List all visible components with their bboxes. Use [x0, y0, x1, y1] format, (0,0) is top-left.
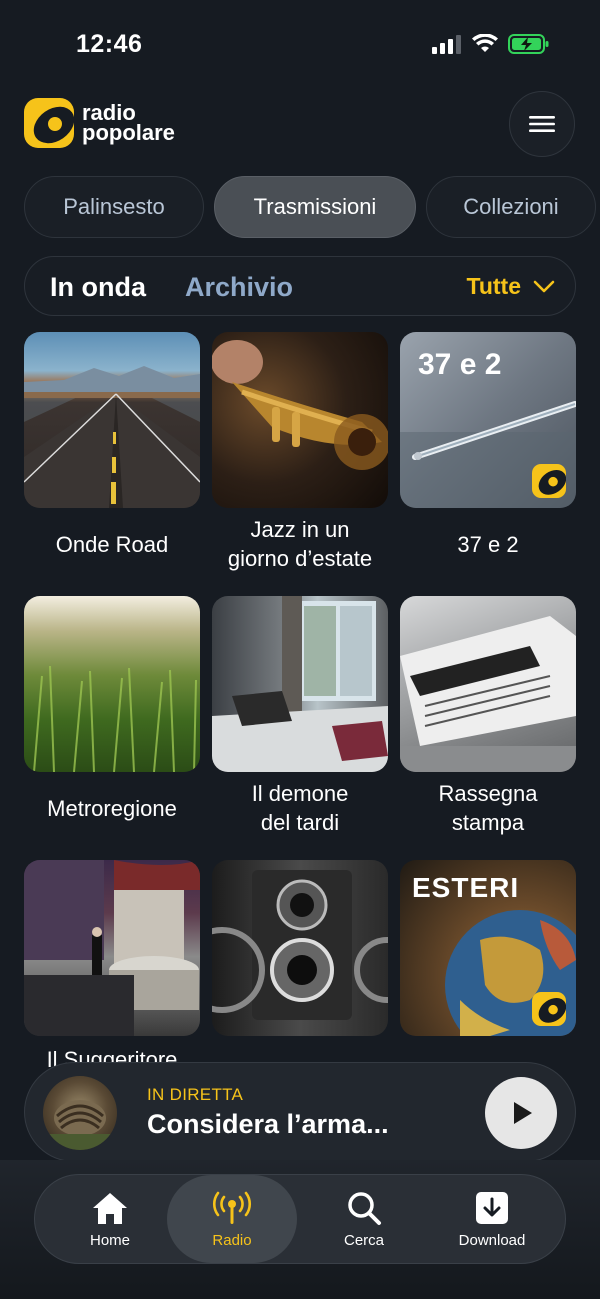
program-thumbnail [212, 332, 388, 508]
radio-antenna-icon [213, 1191, 251, 1224]
program-thumbnail-overlay: 37 e 2 [418, 348, 502, 381]
tabbar-item-radio[interactable]: Radio [167, 1175, 297, 1263]
status-time: 12:46 [76, 30, 143, 58]
signal-icon [432, 35, 461, 54]
filter-archivio[interactable]: Archivio [185, 272, 293, 303]
battery-charging-icon [508, 34, 549, 54]
now-playing-bar[interactable]: IN DIRETTA Considera l’arma... [24, 1062, 576, 1162]
program-card-37-e-2[interactable]: 37 e 2 37 e 2 [400, 332, 576, 557]
program-title-line1: Il demone [251, 781, 349, 806]
program-title-line2: del tardi [260, 810, 340, 835]
program-title: Metroregione [47, 796, 177, 821]
filter-in-onda[interactable]: In onda [50, 272, 146, 303]
program-title: 37 e 2 [457, 532, 519, 557]
tabbar-item-download[interactable]: Download [427, 1175, 557, 1263]
program-title: Onde Road [55, 532, 169, 557]
program-card-rassegna-stampa[interactable]: Rassegna stampa [400, 596, 576, 835]
wifi-icon [472, 34, 498, 52]
program-title-line1: Jazz in un [250, 517, 350, 542]
program-card-camera[interactable] [212, 860, 388, 1036]
program-card-il-demone[interactable]: Il demone del tardi [212, 596, 388, 835]
program-title-line2: giorno d’estate [227, 546, 373, 571]
program-thumbnail: ESTERI [400, 860, 576, 1036]
tab-trasmissioni[interactable]: Trasmissioni [214, 176, 416, 238]
radio-popolare-logo[interactable]: radio popolare [24, 98, 175, 148]
chevron-down-icon [533, 280, 555, 292]
tabbar-label: Radio [212, 1231, 252, 1249]
program-thumbnail [24, 596, 200, 772]
program-title: Jazz in un giorno d’estate [202, 515, 398, 573]
download-icon [476, 1191, 508, 1224]
grass-image [33, 665, 197, 772]
tabbar-label: Cerca [343, 1231, 384, 1249]
filter-tutte-label: Tutte [466, 273, 521, 299]
program-card-il-suggeritore[interactable]: Il Suggeritore [24, 860, 200, 1072]
header: radio popolare [0, 90, 600, 160]
program-thumbnail [24, 332, 200, 508]
bottom-tab-bar: Home Radio Cerca Download [34, 1174, 566, 1264]
tabbar-label: Home [89, 1231, 130, 1249]
logo-text: radio popolare [82, 102, 175, 145]
now-playing-avatar [43, 1076, 117, 1150]
program-title: Il demone del tardi [202, 779, 398, 837]
program-card-jazz[interactable]: Jazz in un giorno d’estate [212, 332, 388, 571]
bedroom-image [212, 596, 388, 772]
program-thumbnail [24, 860, 200, 1036]
program-card-esteri[interactable]: ESTERI [400, 860, 576, 1036]
home-icon [93, 1192, 127, 1224]
status-bar: 12:46 [0, 0, 600, 90]
program-thumbnail: 37 e 2 [400, 332, 576, 508]
program-card-metroregione[interactable]: Metroregione [24, 596, 200, 821]
newspapers-image [400, 616, 576, 772]
logo-text-line2: popolare [82, 120, 175, 145]
radio-popolare-mini-logo-icon [532, 464, 566, 498]
road-image [24, 366, 200, 508]
filter-bar: In onda Archivio Tutte [24, 256, 576, 316]
tab-palinsesto[interactable]: Palinsesto [24, 176, 204, 238]
program-title: Rassegna stampa [390, 779, 586, 837]
trumpet-image [212, 340, 388, 470]
segment-tabs: Palinsesto Trasmissioni Collezioni [24, 176, 596, 238]
program-card-onde-road[interactable]: Onde Road [24, 332, 200, 557]
program-thumbnail [212, 860, 388, 1036]
theater-painting-image [24, 860, 200, 1036]
now-playing-title: Considera l’arma... [147, 1109, 389, 1139]
tabbar-item-cerca[interactable]: Cerca [299, 1175, 429, 1263]
tabbar-item-home[interactable]: Home [45, 1175, 175, 1263]
tabbar-label: Download [458, 1231, 526, 1249]
program-thumbnail-overlay: ESTERI [412, 872, 520, 903]
menu-button[interactable] [509, 91, 575, 157]
play-icon [514, 1102, 532, 1124]
radio-popolare-mini-logo-icon [532, 992, 566, 1026]
status-icons [432, 33, 550, 55]
filter-tutte-dropdown[interactable]: Tutte [466, 273, 555, 300]
program-thumbnail [400, 596, 576, 772]
logo-mark [24, 98, 74, 148]
program-title-line2: stampa [451, 810, 525, 835]
vintage-camera-image [212, 870, 388, 1020]
now-playing-label: IN DIRETTA [147, 1085, 244, 1104]
search-icon [348, 1191, 381, 1225]
tab-collezioni[interactable]: Collezioni [426, 176, 596, 238]
program-title-line1: Rassegna [438, 781, 538, 806]
hamburger-menu-icon [529, 116, 555, 132]
program-thumbnail [212, 596, 388, 772]
play-button[interactable] [485, 1077, 557, 1149]
